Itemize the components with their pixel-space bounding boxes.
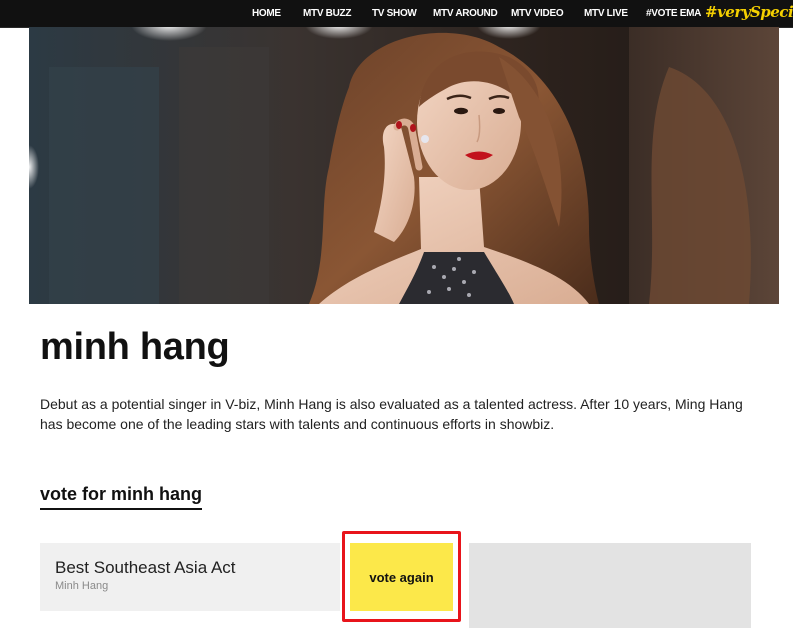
nav-very-special-logo[interactable]: #verySpecial — [705, 3, 793, 21]
top-nav: HOME MTV BUZZ TV SHOW MTV AROUND MTV VID… — [0, 0, 793, 28]
nav-mtv-around[interactable]: MTV AROUND — [433, 8, 498, 19]
page: HOME MTV BUZZ TV SHOW MTV AROUND MTV VID… — [0, 0, 793, 628]
nav-vote-ema[interactable]: #VOTE EMA — [646, 8, 701, 19]
artist-name-heading: minh hang — [40, 326, 230, 368]
empty-vote-card — [469, 543, 751, 628]
vote-again-button[interactable]: vote again — [350, 543, 453, 611]
hero-portrait-illustration — [29, 27, 779, 304]
vote-section-heading: vote for minh hang — [40, 484, 202, 510]
artist-bio: Debut as a potential singer in V-biz, Mi… — [40, 396, 743, 432]
vote-category-card: Best Southeast Asia Act Minh Hang — [40, 543, 340, 611]
vote-nominee-name: Minh Hang — [55, 580, 109, 592]
nav-mtv-video[interactable]: MTV VIDEO — [511, 8, 564, 19]
nav-mtv-live[interactable]: MTV LIVE — [584, 8, 628, 19]
nav-mtv-buzz[interactable]: MTV BUZZ — [303, 8, 351, 19]
vote-category-title: Best Southeast Asia Act — [55, 558, 236, 577]
nav-tv-show[interactable]: TV SHOW — [372, 8, 417, 19]
hero-image — [29, 27, 779, 304]
nav-home[interactable]: HOME — [252, 8, 281, 19]
